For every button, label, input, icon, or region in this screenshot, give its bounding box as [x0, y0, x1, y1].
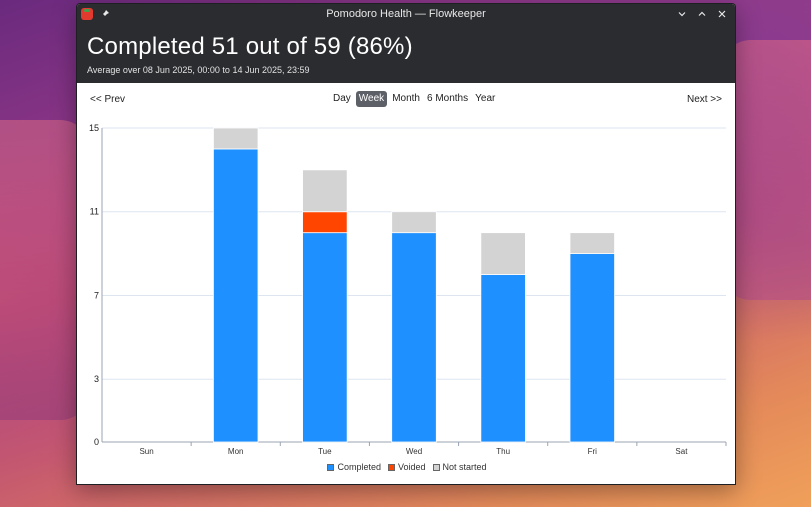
bar-segment-completed	[391, 232, 437, 443]
period-week[interactable]: Week	[355, 91, 388, 107]
legend-item-voided: Voided	[387, 462, 426, 472]
bar-segment-completed	[569, 253, 615, 443]
period-6-months[interactable]: 6 Months	[425, 91, 470, 107]
bar-segment-not-started	[213, 127, 259, 150]
bar-segment-not-started	[569, 232, 615, 254]
bar-segment-completed	[302, 232, 348, 443]
legend-item-not-started: Not started	[432, 462, 487, 472]
legend-swatch-completed	[327, 463, 335, 471]
window-title: Pomodoro Health — Flowkeeper	[326, 7, 486, 20]
legend-item-completed: Completed	[327, 462, 381, 472]
summary-subtitle: Average over 08 Jun 2025, 00:00 to 14 Ju…	[87, 65, 310, 75]
period-navigation: << Prev Day Week Month 6 Months Year Nex…	[77, 83, 735, 119]
summary-header: Completed 51 out of 59 (86%) Average ove…	[77, 23, 735, 83]
bar-segment-completed	[480, 274, 526, 443]
y-tick-label: 3	[94, 374, 99, 384]
x-tick-label: Fri	[588, 447, 598, 456]
bar-segment-not-started	[302, 169, 348, 213]
pin-icon[interactable]	[99, 8, 111, 20]
legend-label: Completed	[337, 462, 381, 472]
next-button[interactable]: Next >>	[687, 94, 722, 105]
chevron-down-icon[interactable]	[675, 7, 689, 21]
stacked-bar-chart: 0 3 7 11 15 Sun Mon Tue Wed Thu Fri Sat	[89, 123, 727, 456]
legend-label: Voided	[397, 462, 426, 472]
legend-swatch-not-started	[432, 463, 440, 471]
x-tick-label: Sun	[139, 447, 153, 456]
bar-segment-voided	[302, 211, 348, 234]
bar-segment-not-started	[480, 232, 526, 275]
legend-swatch-voided	[387, 463, 395, 471]
bar-segment-completed	[213, 148, 259, 443]
x-tick-label: Thu	[496, 447, 510, 456]
x-tick-label: Sat	[675, 447, 688, 456]
y-tick-label: 7	[94, 290, 99, 300]
prev-button[interactable]: << Prev	[90, 94, 125, 105]
title-bar[interactable]: Pomodoro Health — Flowkeeper	[77, 4, 735, 23]
period-day[interactable]: Day	[331, 91, 353, 107]
chart-area: 0 3 7 11 15 Sun Mon Tue Wed Thu Fri Sat	[77, 119, 735, 464]
tomato-icon[interactable]	[81, 7, 93, 20]
close-icon[interactable]	[715, 7, 729, 21]
period-month[interactable]: Month	[390, 91, 422, 107]
summary-headline: Completed 51 out of 59 (86%)	[87, 33, 413, 60]
bar-segment-not-started	[391, 211, 437, 234]
period-selector: Day Week Month 6 Months Year	[331, 91, 497, 107]
x-tick-label: Mon	[228, 447, 244, 456]
legend-label: Not started	[442, 462, 487, 472]
y-tick-label: 11	[90, 207, 99, 217]
chart-legend: Completed Voided Not started	[77, 462, 735, 472]
period-year[interactable]: Year	[473, 91, 497, 107]
x-tick-label: Wed	[406, 447, 422, 456]
y-tick-label: 0	[94, 437, 99, 447]
chevron-up-icon[interactable]	[695, 7, 709, 21]
y-tick-label: 15	[89, 123, 99, 133]
x-tick-label: Tue	[318, 447, 332, 456]
app-window: Pomodoro Health — Flowkeeper Completed 5…	[76, 3, 736, 485]
